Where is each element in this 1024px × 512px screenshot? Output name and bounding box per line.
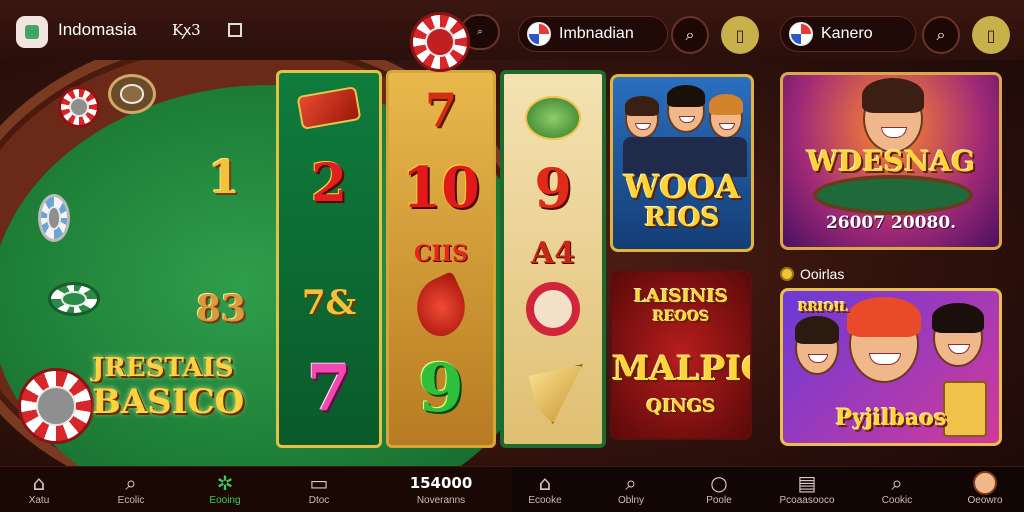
region-label: Kanero — [821, 25, 873, 42]
app-screen: 1 83 JRESTAIS BASICO 2 7& 7 7 10 CIIS 9 … — [0, 0, 1024, 512]
menu-button-right[interactable]: ▯ — [972, 16, 1010, 54]
avatar-icon — [973, 471, 997, 495]
flag-icon — [527, 22, 551, 46]
nav-wallet[interactable]: ▭ Dtoc — [274, 471, 364, 506]
slot-reel-3[interactable]: 9 A4 — [500, 70, 606, 448]
reel2-symbol-2: 10 — [402, 155, 480, 221]
lotus-symbol — [504, 86, 602, 156]
header-mini-label: Kꭗ3 — [172, 21, 201, 39]
search-icon: ⌕ — [936, 25, 946, 44]
ring-symbol — [504, 282, 602, 338]
nav-docs[interactable]: ▤ Pcoaasooco — [762, 471, 852, 506]
game-card-malpio[interactable]: LAISINIS REOOS MALPIO QINGS — [610, 270, 752, 440]
card4-badge: RRIOIL — [797, 300, 849, 314]
game-card-wooa[interactable]: WOOA RIOS — [610, 74, 754, 252]
nav-search-3[interactable]: ⌕ Cookic — [852, 471, 942, 506]
table-number-1: 1 — [208, 150, 241, 204]
search-icon: ⌕ — [891, 471, 903, 495]
game-card-wdesnag[interactable]: WDESNAG 26007 20080. — [780, 72, 1002, 250]
house-icon: ⌂ — [538, 471, 552, 495]
menu-icon: ▯ — [735, 25, 745, 45]
card4-title: Pyjilbaos — [835, 405, 947, 431]
nav-games[interactable]: ✲ Eooing — [180, 471, 270, 506]
card3-subtitle: QINGS — [646, 396, 716, 417]
reel1-symbol-1: 2 — [310, 153, 348, 214]
nav-balance[interactable]: 154000 Noveranns — [396, 471, 486, 506]
games-icon: ✲ — [216, 471, 234, 495]
wallet-icon: ▭ — [309, 471, 329, 495]
home-icon: ⌂ — [32, 471, 46, 495]
search-icon: ⌕ — [625, 471, 637, 495]
white-chip — [38, 194, 70, 242]
nav-home[interactable]: ⌂ Xatu — [0, 471, 84, 506]
table-number-2: 83 — [196, 288, 247, 330]
menu-icon: ▯ — [986, 25, 996, 45]
bottom-nav: ⌂ Xatu ⌕ Ecolic ✲ Eooing ▭ Dtoc 154000 N… — [0, 466, 1024, 512]
red-chip-header — [410, 12, 470, 72]
card3-line2: REOOS — [652, 309, 710, 325]
slot-reel-1[interactable]: 2 7& 7 — [276, 70, 382, 448]
logo-line-2: BASICO — [92, 382, 245, 422]
red-leaf-symbol — [389, 271, 493, 343]
reel3-symbol-2: A4 — [530, 236, 576, 271]
region-selector[interactable]: Kanero — [780, 16, 916, 52]
card3-line1: LAISINIS — [633, 286, 729, 307]
coin-icon — [780, 267, 794, 281]
search-button[interactable]: ⌕ — [671, 16, 709, 54]
app-icon[interactable] — [16, 16, 48, 48]
search-icon: ⌕ — [477, 27, 483, 37]
nav-search-2[interactable]: ⌕ Oblny — [586, 471, 676, 506]
ruby-symbol — [279, 86, 379, 131]
search-icon: ⌕ — [685, 25, 695, 44]
doc-icon: ▤ — [797, 471, 817, 495]
nav-house[interactable]: ⌂ Ecooke — [500, 471, 590, 506]
search-button-right[interactable]: ⌕ — [922, 16, 960, 54]
bronze-chip — [108, 74, 156, 114]
wing-symbol — [504, 364, 602, 444]
card2-title: WDESNAG — [806, 145, 976, 178]
nav-search[interactable]: ⌕ Ecolic — [86, 471, 176, 506]
green-chip — [48, 282, 100, 316]
game-logo[interactable]: JRESTAIS BASICO — [92, 355, 244, 419]
menu-button[interactable]: ▯ — [721, 16, 759, 54]
top-bar: Indomasia Kꭗ3 ⌕ Imbnadian ⌕ ▯ Kanero ⌕ ▯ — [0, 0, 1024, 72]
card3-title: MALPIO — [612, 349, 750, 389]
flag-icon — [789, 22, 813, 46]
language-label: Imbnadian — [559, 25, 634, 42]
circle-icon: ○ — [710, 471, 728, 495]
nav-circle[interactable]: ○ Poole — [674, 471, 764, 506]
reel2-symbol-4: 9 — [418, 349, 464, 427]
app-title: Indomasia — [58, 20, 137, 39]
roulette-chip — [18, 368, 94, 444]
card1-subtitle: RIOS — [644, 203, 720, 233]
reel3-symbol-1: 9 — [534, 156, 572, 220]
balance-value: 154000 — [409, 474, 473, 492]
game-card-pyjilbaos[interactable]: RRIOIL Pyjilbaos — [780, 288, 1002, 446]
card2-subtitle: 26007 20080. — [825, 213, 957, 233]
card1-title: WOOA — [623, 168, 741, 206]
reel2-symbol-1: 7 — [424, 83, 457, 137]
section-header: Ooirlas — [780, 266, 844, 282]
reel1-symbol-2: 7& — [301, 283, 357, 323]
search-icon: ⌕ — [125, 471, 137, 495]
language-selector[interactable]: Imbnadian — [518, 16, 668, 52]
slot-reel-2[interactable]: 7 10 CIIS 9 — [386, 70, 496, 448]
window-icon[interactable] — [228, 23, 242, 37]
reel2-symbol-3: CIIS — [414, 241, 468, 267]
nav-profile[interactable]: Oeowro — [940, 471, 1024, 506]
logo-line-1: JRESTAIS — [92, 353, 234, 383]
red-chip — [58, 86, 100, 128]
